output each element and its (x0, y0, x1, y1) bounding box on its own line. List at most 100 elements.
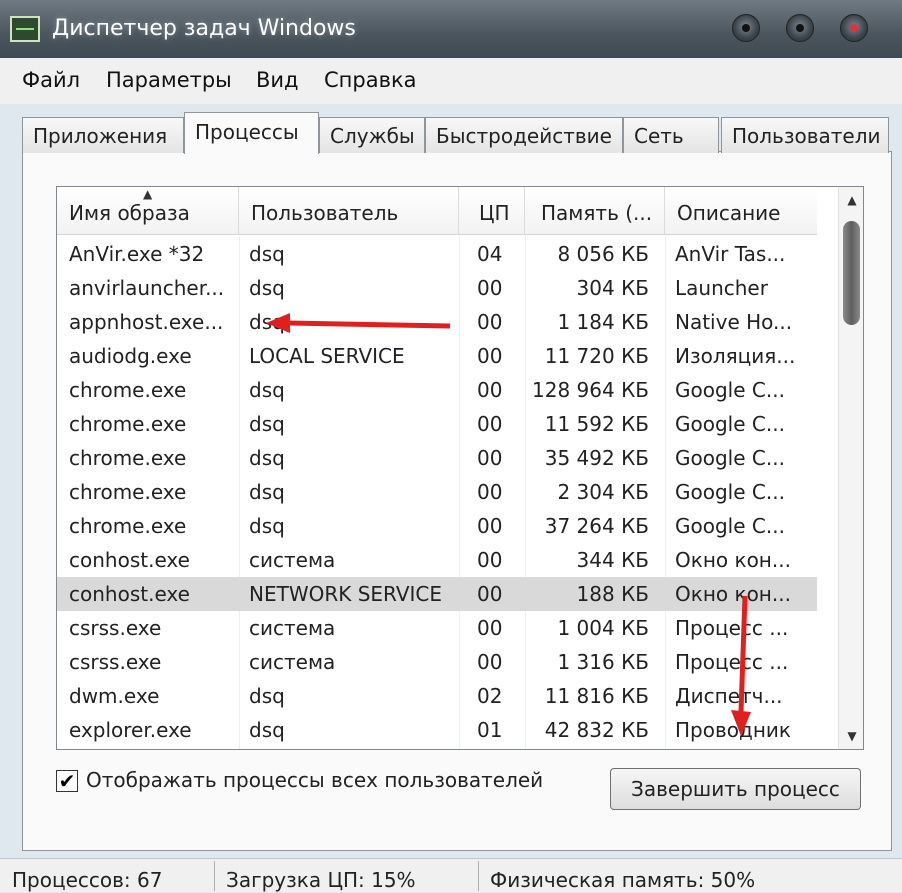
process-description-cell: Проводник (675, 718, 791, 742)
process-memory-cell: 1 184 КБ (557, 310, 649, 334)
table-row[interactable]: chrome.exe dsq 00 128 964 КБ Google C... (57, 373, 817, 407)
process-description-cell: Изоляция... (675, 344, 796, 368)
menu-bar: Файл Параметры Вид Справка (0, 58, 902, 104)
process-user-cell: dsq (249, 310, 285, 334)
scroll-down-icon[interactable]: ▼ (839, 723, 863, 749)
minimize-button[interactable] (732, 14, 760, 42)
process-cpu-cell: 00 (477, 412, 503, 436)
table-row[interactable]: conhost.exe система 00 344 КБ Окно кон... (57, 543, 817, 577)
table-row[interactable]: chrome.exe dsq 00 2 304 КБ Google C... (57, 475, 817, 509)
table-row[interactable]: csrss.exe система 00 1 004 КБ Процесс ... (57, 611, 817, 645)
process-name-cell: chrome.exe (69, 446, 187, 470)
process-description-cell: AnVir Tas... (675, 242, 786, 266)
column-header-image-name[interactable]: ▲ Имя образа (57, 187, 239, 235)
tab-services[interactable]: Службы (319, 117, 425, 153)
process-cpu-cell: 00 (477, 616, 503, 640)
scrollbar-thumb[interactable] (843, 221, 860, 325)
process-memory-cell: 304 КБ (576, 276, 649, 300)
table-row[interactable]: explorer.exe dsq 01 42 832 КБ Проводник (57, 713, 817, 747)
process-memory-cell: 1 004 КБ (557, 616, 649, 640)
process-name-cell: anvirlauncher... (69, 276, 225, 300)
status-cpu-load: Загрузка ЦП: 15% (226, 868, 416, 892)
close-button[interactable] (840, 14, 868, 42)
process-user-cell: dsq (249, 412, 285, 436)
task-manager-icon (10, 16, 40, 42)
tab-performance[interactable]: Быстродействие (425, 117, 623, 153)
process-name-cell: chrome.exe (69, 412, 187, 436)
show-all-users-label: Отображать процессы всех пользователей (86, 768, 544, 792)
process-name-cell: explorer.exe (69, 718, 192, 742)
column-header-row: ▲ Имя образа Пользователь ЦП Память (...… (57, 187, 817, 235)
table-row[interactable]: csrss.exe система 00 1 316 КБ Процесс ... (57, 645, 817, 679)
menu-options[interactable]: Параметры (106, 68, 232, 92)
menu-view[interactable]: Вид (256, 68, 299, 92)
process-name-cell: chrome.exe (69, 378, 187, 402)
process-user-cell: dsq (249, 684, 285, 708)
process-memory-cell: 11 816 КБ (544, 684, 649, 708)
show-all-users-checkbox[interactable]: ✔ (56, 770, 78, 792)
table-row[interactable]: AnVir.exe *32 dsq 04 8 056 КБ AnVir Tas... (57, 237, 817, 271)
process-description-cell: Google C... (675, 514, 785, 538)
column-header-description[interactable]: Описание (665, 187, 817, 235)
process-cpu-cell: 00 (477, 582, 503, 606)
process-user-cell: система (249, 650, 336, 674)
process-user-cell: dsq (249, 242, 285, 266)
end-process-button[interactable]: Завершить процесс (610, 768, 861, 810)
tab-processes[interactable]: Процессы (184, 112, 319, 154)
table-row[interactable]: dwm.exe dsq 02 11 816 КБ Диспетч... (57, 679, 817, 713)
menu-file[interactable]: Файл (22, 68, 80, 92)
tab-applications[interactable]: Приложения (22, 117, 184, 153)
process-description-cell: Google C... (675, 378, 785, 402)
scroll-up-icon[interactable]: ▲ (839, 187, 863, 213)
status-physical-memory: Физическая память: 50% (490, 868, 756, 892)
process-cpu-cell: 00 (477, 344, 503, 368)
process-memory-cell: 37 264 КБ (544, 514, 649, 538)
process-rows: AnVir.exe *32 dsq 04 8 056 КБ AnVir Tas... an… (57, 237, 817, 747)
process-description-cell: Процесс ... (675, 616, 789, 640)
table-row[interactable]: appnhost.exe... dsq 00 1 184 КБ Native Ho... (57, 305, 817, 339)
process-memory-cell: 11 592 КБ (544, 412, 649, 436)
process-name-cell: chrome.exe (69, 514, 187, 538)
process-user-cell: NETWORK SERVICE (249, 582, 443, 606)
menu-help[interactable]: Справка (324, 68, 417, 92)
table-row[interactable]: anvirlauncher... dsq 00 304 КБ Launcher (57, 271, 817, 305)
column-header-memory[interactable]: Память (... (525, 187, 665, 235)
title-bar[interactable]: Диспетчер задач Windows (0, 0, 902, 58)
process-cpu-cell: 00 (477, 480, 503, 504)
process-name-cell: chrome.exe (69, 480, 187, 504)
tab-network[interactable]: Сеть (623, 117, 719, 153)
table-row[interactable]: chrome.exe dsq 00 35 492 КБ Google C... (57, 441, 817, 475)
table-row[interactable]: conhost.exe NETWORK SERVICE 00 188 КБ Окно к… (57, 577, 817, 611)
column-header-user[interactable]: Пользователь (239, 187, 459, 235)
process-cpu-cell: 00 (477, 276, 503, 300)
process-memory-cell: 128 964 КБ (532, 378, 649, 402)
process-cpu-cell: 04 (477, 242, 503, 266)
process-description-cell: Google C... (675, 480, 785, 504)
process-cpu-cell: 00 (477, 310, 503, 334)
table-row[interactable]: chrome.exe dsq 00 37 264 КБ Google C... (57, 509, 817, 543)
process-name-cell: audiodg.exe (69, 344, 192, 368)
process-name-cell: appnhost.exe... (69, 310, 224, 334)
process-user-cell: dsq (249, 378, 285, 402)
process-memory-cell: 188 КБ (576, 582, 649, 606)
table-row[interactable]: chrome.exe dsq 00 11 592 КБ Google C... (57, 407, 817, 441)
process-name-cell: conhost.exe (69, 548, 190, 572)
process-cpu-cell: 00 (477, 650, 503, 674)
column-header-cpu[interactable]: ЦП (459, 187, 525, 235)
process-memory-cell: 42 832 КБ (544, 718, 649, 742)
tab-users[interactable]: Пользователи (721, 117, 889, 153)
process-memory-cell: 1 316 КБ (557, 650, 649, 674)
process-user-cell: LOCAL SERVICE (249, 344, 405, 368)
process-user-cell: система (249, 616, 336, 640)
table-row[interactable]: audiodg.exe LOCAL SERVICE 00 11 720 КБ Изоля… (57, 339, 817, 373)
process-list[interactable]: ▲ Имя образа Пользователь ЦП Память (...… (56, 186, 864, 750)
process-description-cell: Google C... (675, 412, 785, 436)
process-description-cell: Процесс ... (675, 650, 789, 674)
process-memory-cell: 344 КБ (576, 548, 649, 572)
status-bar: Процессов: 67 Загрузка ЦП: 15% Физическа… (0, 858, 902, 892)
process-name-cell: csrss.exe (69, 616, 162, 640)
maximize-button[interactable] (786, 14, 814, 42)
show-all-users-option[interactable]: ✔ Отображать процессы всех пользователей (56, 768, 576, 796)
vertical-scrollbar[interactable]: ▲ ▼ (838, 187, 863, 749)
process-user-cell: dsq (249, 480, 285, 504)
